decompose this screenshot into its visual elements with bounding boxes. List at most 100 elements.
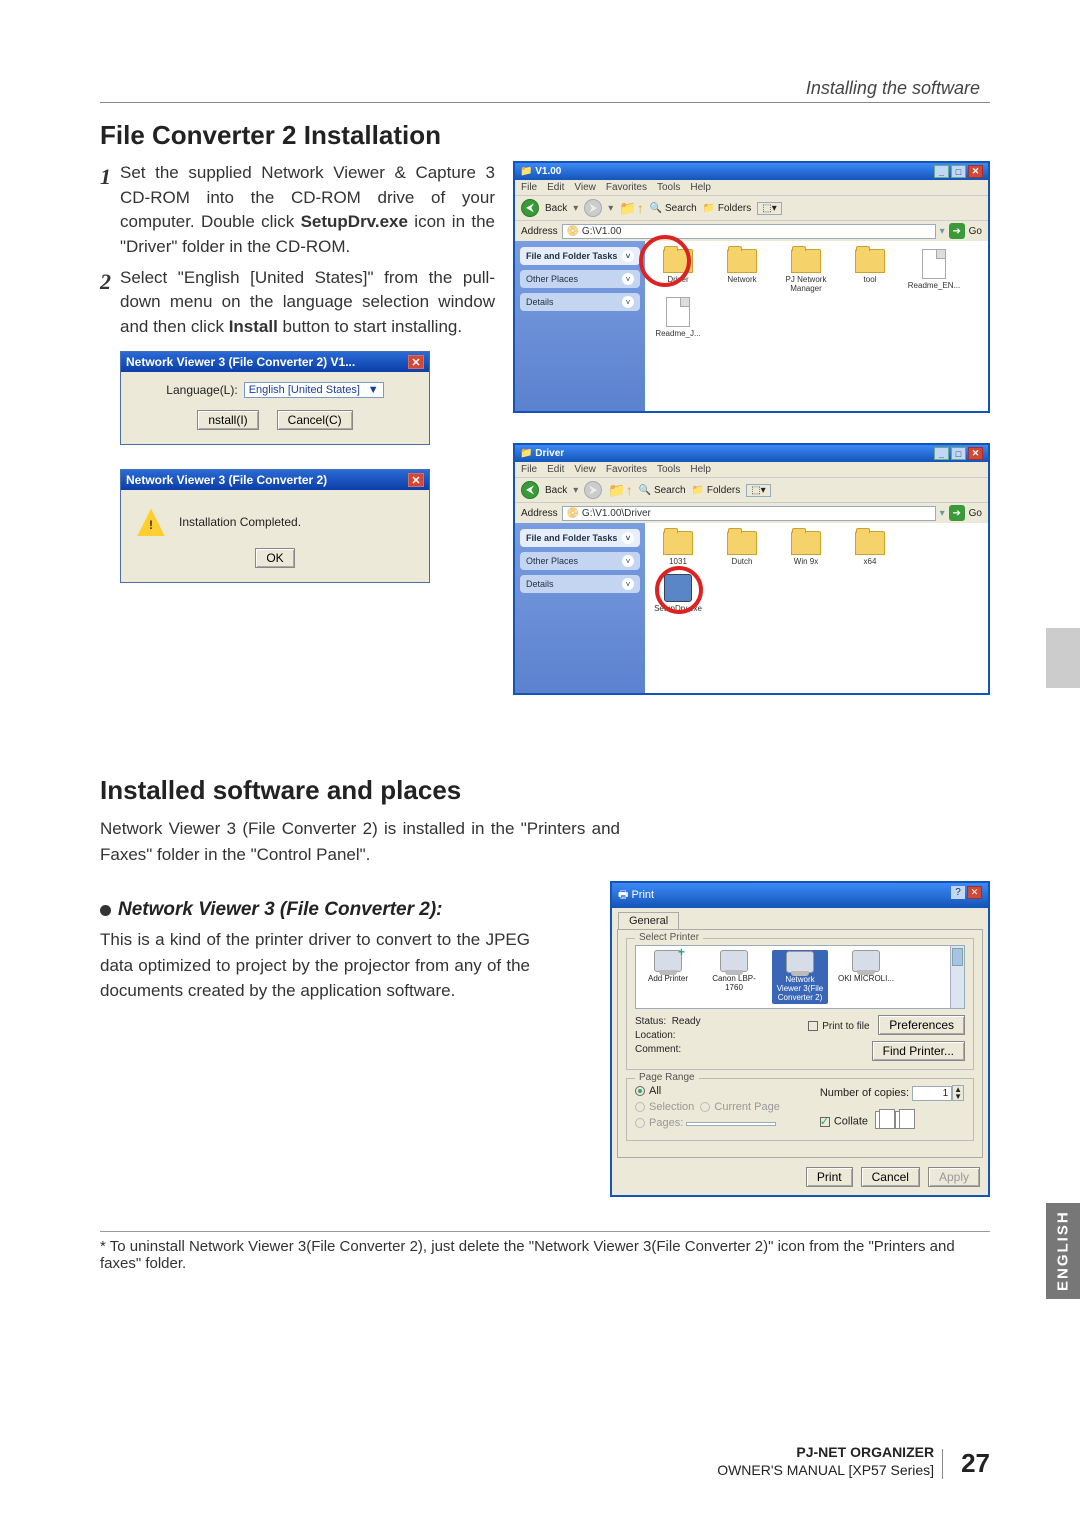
views-icon[interactable]: ⬚▾ (746, 484, 770, 497)
chevron-icon[interactable]: ˅ (622, 578, 634, 590)
menu-file[interactable]: File (521, 182, 537, 193)
go-button[interactable]: ➔ (949, 505, 965, 521)
menu-edit[interactable]: Edit (547, 182, 564, 193)
scrollbar[interactable] (950, 946, 964, 1008)
toolbar: ⮜ Back▾ ⮞▾ 📁↑ 🔍 Search 📁 Folders ⬚▾ (515, 195, 988, 220)
menu-help[interactable]: Help (690, 182, 711, 193)
maximize-icon[interactable]: □ (951, 447, 966, 460)
radio-current (700, 1102, 710, 1112)
copies-spinner[interactable]: ▲▼ (952, 1085, 964, 1101)
menu-edit[interactable]: Edit (547, 464, 564, 475)
preferences-button[interactable]: Preferences (878, 1015, 965, 1035)
back-icon[interactable]: ⮜ (521, 199, 539, 217)
printer-item[interactable]: OKI MICROLI... (838, 950, 894, 1004)
folders-button[interactable]: Folders (707, 485, 740, 496)
close-icon[interactable]: ✕ (967, 886, 982, 899)
up-icon[interactable]: 📁↑ (619, 200, 643, 217)
address-field[interactable]: 📀 G:\V1.00\Driver (562, 506, 936, 521)
close-icon[interactable]: ✕ (968, 165, 983, 178)
menu-file[interactable]: File (521, 464, 537, 475)
dialog-title: Network Viewer 3 (File Converter 2) V1..… (126, 355, 355, 369)
printer-network-viewer[interactable]: Network Viewer 3(File Converter 2) (772, 950, 828, 1004)
side-details[interactable]: Details˅ (520, 575, 640, 593)
search-button[interactable]: Search (665, 203, 697, 214)
footer-line1: PJ-NET ORGANIZER (717, 1443, 934, 1461)
find-printer-button[interactable]: Find Printer... (872, 1041, 965, 1061)
up-icon[interactable]: 📁↑ (608, 482, 632, 499)
folder-item[interactable]: Network (715, 249, 769, 293)
folder-item[interactable]: tool (843, 249, 897, 293)
chevron-icon[interactable]: ˅ (622, 532, 634, 544)
side-other[interactable]: Other Places˅ (520, 270, 640, 288)
print-title: Print (631, 889, 654, 901)
menu-tools[interactable]: Tools (657, 182, 680, 193)
help-icon[interactable]: ? (951, 886, 965, 899)
search-button[interactable]: Search (654, 485, 686, 496)
menu-view[interactable]: View (574, 182, 596, 193)
side-details[interactable]: Details˅ (520, 293, 640, 311)
folders-button[interactable]: Folders (718, 203, 751, 214)
installer-complete-dialog: Network Viewer 3 (File Converter 2) ✕ In… (120, 469, 430, 583)
folder-item[interactable]: 1031 (651, 531, 705, 566)
folder-item[interactable]: Dutch (715, 531, 769, 566)
warning-icon (137, 508, 165, 536)
cancel-button[interactable]: Cancel (861, 1167, 920, 1187)
close-icon[interactable]: ✕ (408, 473, 424, 487)
tab-general[interactable]: General (618, 912, 679, 929)
chevron-icon[interactable]: ˅ (622, 273, 634, 285)
file-item[interactable]: Readme_EN... (907, 249, 961, 293)
install-button[interactable]: nstall(I) (197, 410, 258, 430)
chevron-icon[interactable]: ˅ (622, 555, 634, 567)
go-button[interactable]: ➔ (949, 223, 965, 239)
folder-icon (791, 249, 821, 273)
document-icon (666, 297, 690, 327)
printer-add[interactable]: Add Printer (640, 950, 696, 1004)
ok-button[interactable]: OK (255, 548, 294, 568)
files-pane[interactable]: 1031 Dutch Win 9x x64 SetupDrv.exe (645, 523, 988, 693)
menu-bar[interactable]: File Edit View Favorites Tools Help (515, 462, 988, 477)
menu-favorites[interactable]: Favorites (606, 464, 647, 475)
menu-view[interactable]: View (574, 464, 596, 475)
minimize-icon[interactable]: _ (934, 165, 949, 178)
side-tasks[interactable]: File and Folder Tasks˅ (520, 247, 640, 265)
close-icon[interactable]: ✕ (408, 355, 424, 369)
copies-field[interactable]: 1 (912, 1086, 952, 1101)
folder-item[interactable]: PJ Network Manager (779, 249, 833, 293)
cancel-button[interactable]: Cancel(C) (277, 410, 353, 430)
folder-icon (727, 249, 757, 273)
folder-driver[interactable]: Driver (651, 249, 705, 293)
menu-favorites[interactable]: Favorites (606, 182, 647, 193)
step-1: 1 Set the supplied Network Viewer & Capt… (100, 161, 495, 260)
pages-field[interactable] (686, 1122, 776, 1126)
files-pane[interactable]: Driver Network PJ Network Manager tool R… (645, 241, 988, 411)
back-label[interactable]: Back (545, 203, 567, 214)
radio-all[interactable] (635, 1086, 645, 1096)
print-to-file-checkbox[interactable] (808, 1021, 818, 1031)
folder-item[interactable]: x64 (843, 531, 897, 566)
language-select[interactable]: English [United States]▼ (244, 382, 384, 398)
language-label: Language(L): (166, 383, 237, 397)
group-page-range: Page Range (635, 1072, 699, 1083)
close-icon[interactable]: ✕ (968, 447, 983, 460)
menu-help[interactable]: Help (690, 464, 711, 475)
address-field[interactable]: 📀 G:\V1.00 (562, 224, 936, 239)
chevron-icon[interactable]: ˅ (622, 250, 634, 262)
back-label[interactable]: Back (545, 485, 567, 496)
back-icon[interactable]: ⮜ (521, 481, 539, 499)
menu-tools[interactable]: Tools (657, 464, 680, 475)
chevron-icon[interactable]: ˅ (622, 296, 634, 308)
printer-list[interactable]: Add Printer Canon LBP-1760 Network Viewe… (635, 945, 965, 1009)
side-other[interactable]: Other Places˅ (520, 552, 640, 570)
views-icon[interactable]: ⬚▾ (757, 202, 781, 215)
section-header: Installing the software (806, 78, 980, 99)
minimize-icon[interactable]: _ (934, 447, 949, 460)
file-item[interactable]: Readme_J... (651, 297, 705, 338)
file-setupdrv[interactable]: SetupDrv.exe (651, 574, 705, 613)
print-button[interactable]: Print (806, 1167, 853, 1187)
side-tasks[interactable]: File and Folder Tasks˅ (520, 529, 640, 547)
printer-item[interactable]: Canon LBP-1760 (706, 950, 762, 1004)
folder-item[interactable]: Win 9x (779, 531, 833, 566)
menu-bar[interactable]: File Edit View Favorites Tools Help (515, 180, 988, 195)
collate-checkbox[interactable] (820, 1117, 830, 1127)
maximize-icon[interactable]: □ (951, 165, 966, 178)
